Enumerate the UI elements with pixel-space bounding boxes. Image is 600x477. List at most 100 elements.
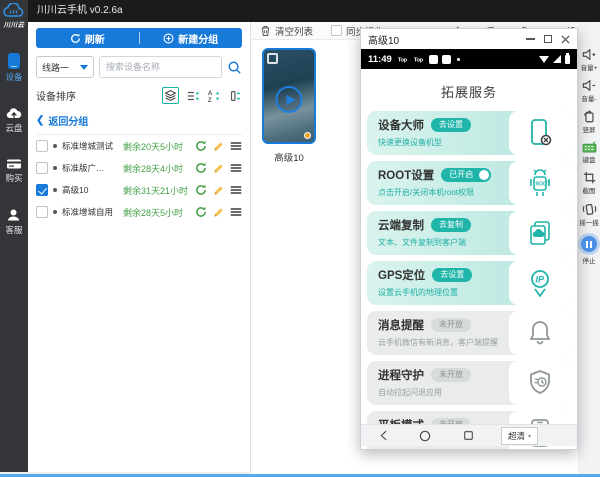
sort-layers-icon[interactable] <box>162 87 179 104</box>
renew-icon[interactable] <box>195 206 207 218</box>
svg-text:ROOT: ROOT <box>536 182 550 188</box>
nav-back-icon[interactable] <box>378 429 391 442</box>
edit-pencil-icon[interactable] <box>213 163 224 174</box>
support-person-icon <box>6 208 21 222</box>
more-menu-icon[interactable] <box>230 141 242 151</box>
go-settings-badge[interactable]: 去设置 <box>431 118 471 132</box>
shake-button[interactable]: 摇一摇 <box>579 202 599 227</box>
thumbnail-checkbox[interactable] <box>267 53 278 64</box>
sidebar-item-cloud-disk[interactable]: 云盘 <box>5 107 22 134</box>
android-nav-bar: 超清 ▾ <box>361 424 577 446</box>
keyboard-icon <box>582 141 597 153</box>
back-to-groups-button[interactable]: ❮ 返回分组 <box>36 113 242 135</box>
notification-icon <box>429 55 438 64</box>
device-row[interactable]: 标准增城自用 剩余28天5小时 <box>28 201 250 223</box>
sort-az-icon[interactable]: AZ <box>207 89 221 103</box>
sidebar-item-purchase[interactable]: 购买 <box>5 158 22 184</box>
service-card-process-guard[interactable]: 进程守护 未开放 自动拉起闪退应用 <box>367 361 571 405</box>
app-logo: 川川云 <box>3 3 25 29</box>
chevron-down-icon: ▾ <box>528 433 531 440</box>
go-copy-badge[interactable]: 去复制 <box>431 218 471 232</box>
play-icon[interactable] <box>276 86 303 113</box>
sort-label: 设备排序 <box>36 88 76 103</box>
device-thumbnail[interactable] <box>262 48 316 144</box>
cloud-upload-icon <box>6 107 22 120</box>
service-desc: 快速更换设备机型 <box>378 137 501 148</box>
nav-recents-icon[interactable] <box>462 429 475 442</box>
sidebar-rail: 川川云 设备 云盘 购买 客服 <box>0 0 28 472</box>
service-card-cloud-copy[interactable]: 云端复制 去复制 文本、文件复制到客户端 <box>367 211 571 255</box>
device-checkbox[interactable] <box>36 162 48 174</box>
service-title: 设备大师 <box>378 117 424 133</box>
sidebar-item-label: 云盘 <box>5 122 22 134</box>
chevron-down-icon <box>80 65 88 70</box>
svg-text:A: A <box>208 90 213 97</box>
service-desc: 云手机微信有新消息，客户端提醒 <box>378 337 501 348</box>
service-card-device-master[interactable]: 设备大师 去设置 快速更换设备机型 <box>367 111 571 155</box>
sync-checkbox[interactable] <box>331 25 342 36</box>
line-select-dropdown[interactable]: 线路一 <box>36 56 94 78</box>
stop-button[interactable]: 停止 <box>581 234 597 265</box>
close-icon[interactable] <box>561 35 570 44</box>
service-title: GPS定位 <box>378 267 425 283</box>
service-card-root[interactable]: ROOT设置 已开启 点击开启/关闭本机root权限 ROOT <box>367 161 571 205</box>
plus-circle-icon <box>163 33 174 44</box>
search-input[interactable] <box>99 56 222 78</box>
edit-pencil-icon[interactable] <box>213 185 224 196</box>
phone-window-titlebar[interactable]: 高级10 <box>361 29 577 49</box>
sort-list-icon[interactable] <box>186 89 200 103</box>
root-toggle[interactable]: 已开启 <box>441 168 491 182</box>
filter-row: 线路一 <box>36 56 242 78</box>
go-settings-badge[interactable]: 去设置 <box>432 268 472 282</box>
status-dot <box>304 132 311 139</box>
search-icon[interactable] <box>227 60 242 75</box>
renew-icon[interactable] <box>195 162 207 174</box>
shield-icon <box>509 361 571 405</box>
notification-dot <box>457 58 460 61</box>
minimize-icon[interactable] <box>526 38 535 40</box>
more-menu-icon[interactable] <box>230 185 242 195</box>
device-checkbox[interactable] <box>36 206 48 218</box>
renew-icon[interactable] <box>195 184 207 196</box>
edit-pencil-icon[interactable] <box>213 207 224 218</box>
sort-duration-icon[interactable] <box>228 89 242 103</box>
keyboard-button[interactable]: 键盘 <box>582 141 597 164</box>
status-dot <box>53 166 57 170</box>
more-menu-icon[interactable] <box>230 207 242 217</box>
volume-up-button[interactable]: 音量+ <box>581 48 598 72</box>
refresh-button[interactable]: 刷新 <box>36 31 139 46</box>
edit-pencil-icon[interactable] <box>213 141 224 152</box>
rotate-screen-button[interactable]: 竖屏 <box>582 110 596 134</box>
svg-text:IP: IP <box>536 275 546 285</box>
quality-dropdown[interactable]: 超清 ▾ <box>501 427 538 445</box>
nav-home-icon[interactable] <box>418 429 432 443</box>
screenshot-button[interactable]: 截图 <box>583 171 596 195</box>
clear-list-button[interactable]: 清空列表 <box>260 24 313 38</box>
device-row[interactable]: 标准增城测试 剩余20天5小时 <box>28 135 250 157</box>
device-checkbox[interactable] <box>36 140 48 152</box>
device-name: 标准增城测试 <box>62 140 118 152</box>
maximize-icon[interactable] <box>544 35 552 43</box>
new-group-button[interactable]: 新建分组 <box>140 31 243 46</box>
back-label: 返回分组 <box>48 113 88 128</box>
device-row-selected[interactable]: 高级10 剩余31天21小时 <box>28 179 250 201</box>
trash-icon <box>260 25 271 37</box>
clear-list-label: 清空列表 <box>275 24 313 38</box>
action-bar: 刷新 新建分组 <box>36 28 242 48</box>
sidebar-item-support[interactable]: 客服 <box>5 208 22 236</box>
service-card-gps[interactable]: GPS定位 去设置 设置云手机的地理位置 IP <box>367 261 571 305</box>
renew-icon[interactable] <box>195 140 207 152</box>
volume-down-button[interactable]: 音量- <box>581 79 596 103</box>
device-checkbox[interactable] <box>36 184 48 196</box>
service-card-notifications[interactable]: 消息提醒 未开放 云手机微信有新消息，客户端提醒 <box>367 311 571 355</box>
status-dot <box>53 188 57 192</box>
more-menu-icon[interactable] <box>230 163 242 173</box>
device-row[interactable]: 标准版广… 剩余28天4小时 <box>28 157 250 179</box>
status-time: 11:49 <box>368 54 392 65</box>
svg-text:Z: Z <box>208 97 212 103</box>
logo-text: 川川云 <box>4 19 25 29</box>
status-dot <box>53 210 57 214</box>
signal-icon <box>553 55 561 63</box>
sidebar-item-devices[interactable]: 设备 <box>5 53 22 83</box>
refresh-label: 刷新 <box>85 31 105 46</box>
